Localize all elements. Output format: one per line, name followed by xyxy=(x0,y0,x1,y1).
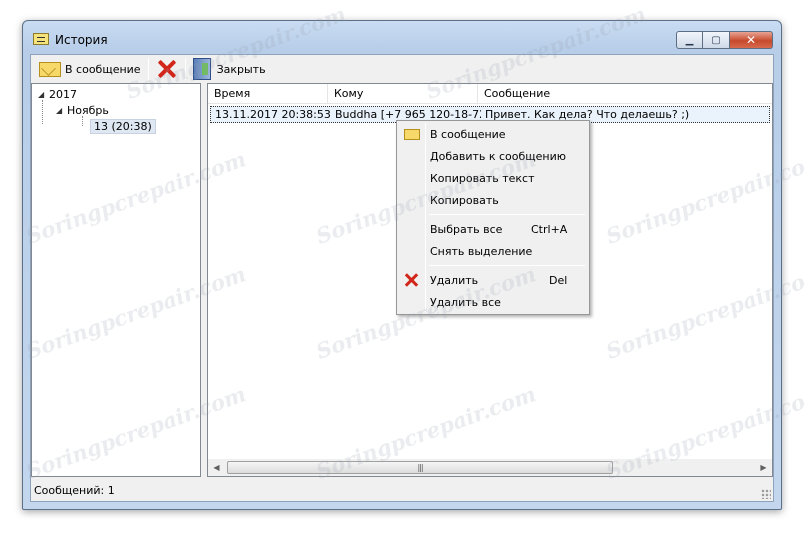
exit-door-icon xyxy=(192,58,211,80)
column-header-message[interactable]: Сообщение xyxy=(478,84,772,104)
column-header-time[interactable]: Время xyxy=(208,84,328,104)
envelope-icon xyxy=(39,61,61,77)
menu-item-deselect[interactable]: Снять выделение xyxy=(399,240,587,262)
date-tree[interactable]: ◢ 2017 ◢ Ноябрь 13 (20:38) xyxy=(31,83,201,477)
scroll-left-icon[interactable]: ◀ xyxy=(208,459,225,476)
tree-connector xyxy=(82,116,83,126)
tree-month-label: Ноябрь xyxy=(67,103,109,117)
close-window-button[interactable]: ✕ xyxy=(730,31,773,49)
menu-label: Снять выделение xyxy=(430,244,533,258)
tree-node-day[interactable]: 13 (20:38) xyxy=(90,118,156,134)
close-label: Закрыть xyxy=(216,62,266,76)
context-menu: В сообщение Добавить к сообщению Копиров… xyxy=(396,120,590,315)
menu-label: Выбрать все xyxy=(430,222,503,236)
menu-label: Удалить все xyxy=(430,295,501,309)
delete-x-icon xyxy=(156,58,178,80)
maximize-button[interactable]: ▢ xyxy=(703,31,730,49)
delete-button[interactable] xyxy=(152,57,182,81)
tree-day-label: 13 (20:38) xyxy=(90,118,156,134)
tree-connector xyxy=(42,100,43,124)
menu-label: Добавить к сообщению xyxy=(430,149,567,163)
menu-item-copy-text[interactable]: Копировать текст xyxy=(399,167,587,189)
menu-item-to-message[interactable]: В сообщение xyxy=(399,123,587,145)
horizontal-scrollbar[interactable]: ◀ ||| ▶ xyxy=(208,459,772,476)
window-title: История xyxy=(55,33,108,47)
envelope-icon xyxy=(404,127,420,140)
tree-node-year[interactable]: ◢ 2017 xyxy=(38,86,77,102)
to-message-label: В сообщение xyxy=(65,62,141,76)
to-message-button[interactable]: В сообщение xyxy=(35,57,145,81)
menu-label: Удалить xyxy=(430,273,479,287)
close-button[interactable]: Закрыть xyxy=(189,57,270,81)
menu-item-delete-all[interactable]: Удалить все xyxy=(399,291,587,313)
scroll-thumb[interactable]: ||| xyxy=(227,461,613,474)
scroll-track[interactable]: ||| xyxy=(225,459,755,476)
toolbar-separator xyxy=(147,58,149,80)
menu-separator xyxy=(429,214,585,215)
title-bar[interactable]: История ▁ ▢ ✕ xyxy=(23,21,781,55)
scroll-right-icon[interactable]: ▶ xyxy=(755,459,772,476)
menu-shortcut: Del xyxy=(549,273,568,287)
column-header-to[interactable]: Кому xyxy=(328,84,478,104)
expand-arrow-icon[interactable]: ◢ xyxy=(56,106,64,115)
menu-item-delete[interactable]: Удалить Del xyxy=(399,269,587,291)
window-controls: ▁ ▢ ✕ xyxy=(676,31,773,49)
list-header: Время Кому Сообщение xyxy=(208,84,772,104)
menu-shortcut: Ctrl+A xyxy=(531,222,568,236)
menu-item-select-all[interactable]: Выбрать все Ctrl+A xyxy=(399,218,587,240)
menu-label: В сообщение xyxy=(430,127,506,141)
toolbar: В сообщение Закрыть xyxy=(31,55,773,83)
app-icon xyxy=(33,33,49,45)
menu-label: Копировать текст xyxy=(430,171,535,185)
tree-year-label: 2017 xyxy=(49,87,77,101)
expand-arrow-icon[interactable]: ◢ xyxy=(38,90,46,99)
message-count: Сообщений: 1 xyxy=(34,483,115,497)
minimize-button[interactable]: ▁ xyxy=(676,31,703,49)
menu-item-add-to-message[interactable]: Добавить к сообщению xyxy=(399,145,587,167)
delete-x-icon xyxy=(404,273,418,287)
status-bar: Сообщений: 1 xyxy=(31,479,773,501)
menu-item-copy[interactable]: Копировать xyxy=(399,189,587,211)
menu-label: Копировать xyxy=(430,193,499,207)
resize-grip-icon[interactable] xyxy=(761,489,771,499)
cell-time: 13.11.2017 20:38:53 xyxy=(215,108,331,121)
toolbar-separator xyxy=(184,58,186,80)
menu-separator xyxy=(429,265,585,266)
